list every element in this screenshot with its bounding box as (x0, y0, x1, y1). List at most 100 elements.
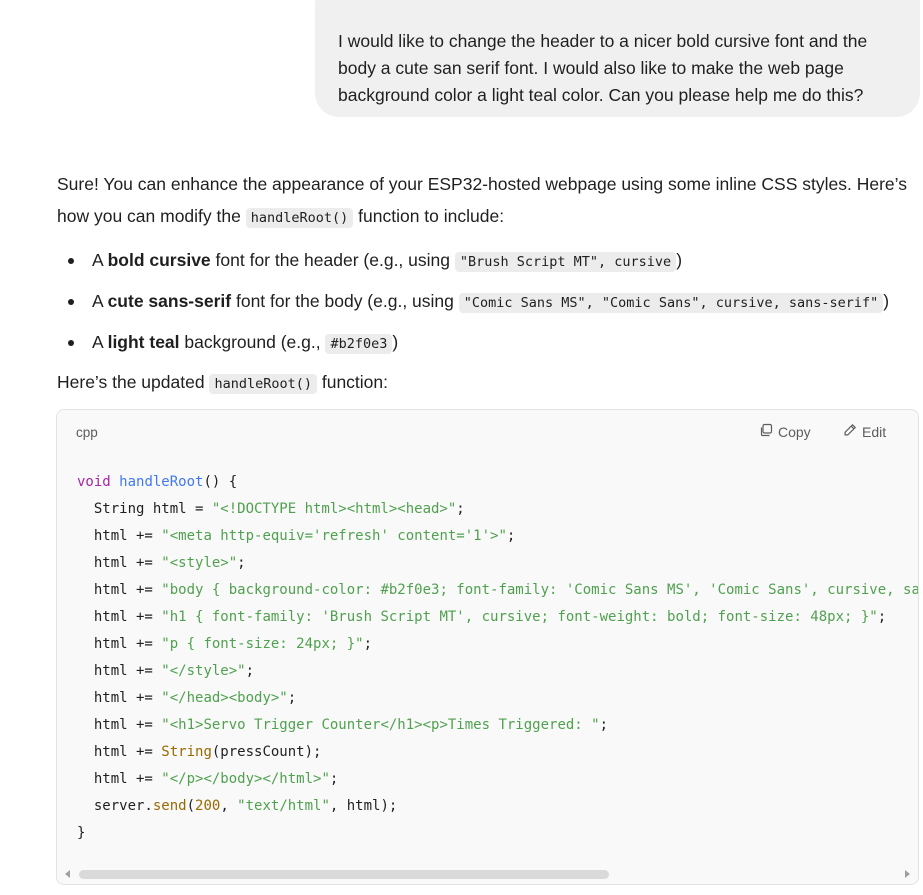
list-item: A bold cursive font for the header (e.g.… (57, 240, 919, 281)
code-token: html += (77, 744, 162, 760)
code-token: ; (329, 771, 339, 787)
code-line: html += "<h1>Servo Trigger Counter</h1><… (77, 717, 608, 733)
bullet-inline-code: "Brush Script MT", cursive (454, 252, 677, 272)
code-token: ; (877, 609, 887, 625)
updated-text-after: function: (316, 372, 389, 392)
bullet-bold: light teal (107, 332, 180, 352)
bullet-prefix: A (92, 291, 108, 311)
copy-button[interactable]: Copy (759, 423, 811, 440)
bullet-bold: bold cursive (107, 250, 211, 270)
bullet-prefix: A (92, 332, 108, 352)
bullet-prefix: A (92, 250, 108, 270)
code-line: html += "h1 { font-family: 'Brush Script… (77, 609, 886, 625)
code-token: "h1 { font-family: 'Brush Script MT', cu… (161, 609, 878, 625)
code-line: html += "p { font-size: 24px; }"; (77, 636, 372, 652)
assistant-answer: Sure! You can enhance the appearance of … (57, 168, 919, 394)
code-token: ; (599, 717, 609, 733)
code-token: "p { font-size: 24px; }" (161, 636, 364, 652)
feature-list: A bold cursive font for the header (e.g.… (57, 240, 919, 363)
intro-inline-code: handleRoot() (245, 208, 354, 228)
bullet-suffix: ) (883, 291, 890, 311)
bullet-dot (68, 258, 74, 264)
code-token: html += (77, 609, 162, 625)
code-token: html += (77, 663, 162, 679)
code-line: void handleRoot() { (77, 474, 237, 490)
list-item: A light teal background (e.g., #b2f0e3) (57, 322, 919, 363)
user-message-text: I would like to change the header to a n… (338, 31, 868, 105)
code-token: "<style>" (161, 555, 238, 571)
updated-inline-code: handleRoot() (209, 374, 317, 394)
code-token: ; (287, 690, 297, 706)
code-token: () { (203, 474, 238, 490)
code-line: html += "body { background-color: #b2f0e… (77, 582, 919, 598)
code-token: html += (77, 771, 162, 787)
code-token: "</style>" (161, 663, 246, 679)
copy-label: Copy (778, 423, 811, 440)
updated-text-before: Here’s the updated (57, 372, 210, 392)
code-content: void handleRoot() { String html = "<!DOC… (77, 469, 919, 847)
code-token: ; (506, 528, 516, 544)
code-token: ; (245, 663, 255, 679)
code-token: , html); (329, 798, 398, 814)
scroll-left-arrow-icon[interactable] (65, 870, 70, 878)
code-token: String html = (77, 501, 212, 517)
code-token: html += (77, 582, 162, 598)
code-line: String html = "<!DOCTYPE html><html><hea… (77, 501, 465, 517)
pencil-icon (843, 423, 857, 440)
updated-function-intro: Here’s the updated handleRoot() function… (57, 366, 388, 400)
list-item: A cute sans-serif font for the body (e.g… (57, 281, 919, 322)
code-token: html += (77, 555, 162, 571)
code-block-header: cpp Copy Edit (57, 410, 918, 456)
intro-text-after: function to include: (353, 206, 505, 226)
bullet-dot (68, 340, 74, 346)
horizontal-scrollbar[interactable] (65, 868, 910, 880)
bullet-text: font for the body (e.g., using (231, 291, 459, 311)
code-token: String (161, 744, 212, 760)
code-token: } (77, 825, 86, 841)
code-line: server.send(200, "text/html", html); (77, 798, 397, 814)
code-token: "</head><body>" (161, 690, 288, 706)
code-line: } (77, 825, 85, 841)
bullet-inline-code: #b2f0e3 (325, 334, 393, 354)
code-token: html += (77, 636, 162, 652)
code-token: "body { background-color: #b2f0e3; font-… (161, 582, 919, 598)
edit-label: Edit (862, 423, 887, 440)
bullet-text: background (e.g., (179, 332, 326, 352)
code-token: "<h1>Servo Trigger Counter</h1><p>Times … (161, 717, 600, 733)
code-token: ( (186, 798, 196, 814)
scrollbar-thumb[interactable] (79, 870, 609, 879)
code-token: html += (77, 690, 162, 706)
code-token: , (220, 798, 238, 814)
code-line: html += String(pressCount); (77, 744, 322, 760)
edit-button[interactable]: Edit (843, 423, 886, 440)
code-token: ; (237, 555, 246, 571)
code-block: cpp Copy Edit void handleRoot() { String… (56, 409, 919, 885)
code-language-label: cpp (76, 425, 98, 440)
scroll-right-arrow-icon[interactable] (905, 870, 910, 878)
code-token: void (77, 474, 111, 490)
copy-icon (759, 423, 773, 440)
bullet-inline-code: "Comic Sans MS", "Comic Sans", cursive, … (458, 293, 884, 313)
code-token: server. (77, 798, 153, 814)
answer-intro: Sure! You can enhance the appearance of … (57, 168, 919, 234)
bullet-text: font for the header (e.g., using (210, 250, 455, 270)
code-token: "</p></body></html>" (161, 771, 330, 787)
code-token: html += (77, 528, 162, 544)
code-line: html += "</p></body></html>"; (77, 771, 338, 787)
bullet-bold: cute sans-serif (107, 291, 232, 311)
code-line: html += "</style>"; (77, 663, 254, 679)
code-token: handleRoot (119, 474, 204, 490)
code-token: ; (456, 501, 465, 517)
bullet-dot (68, 299, 74, 305)
bullet-suffix: ) (676, 250, 683, 270)
code-token: "<meta http-equiv='refresh' content='1'>… (161, 528, 507, 544)
code-line: html += "<meta http-equiv='refresh' cont… (77, 528, 515, 544)
code-token: ; (363, 636, 373, 652)
code-token: send (152, 798, 187, 814)
code-token: "<!DOCTYPE html><html><head>" (211, 501, 457, 517)
code-token: html += (77, 717, 162, 733)
user-message-bubble: I would like to change the header to a n… (315, 0, 920, 117)
bullet-suffix: ) (392, 332, 399, 352)
code-line: html += "<style>"; (77, 555, 246, 571)
